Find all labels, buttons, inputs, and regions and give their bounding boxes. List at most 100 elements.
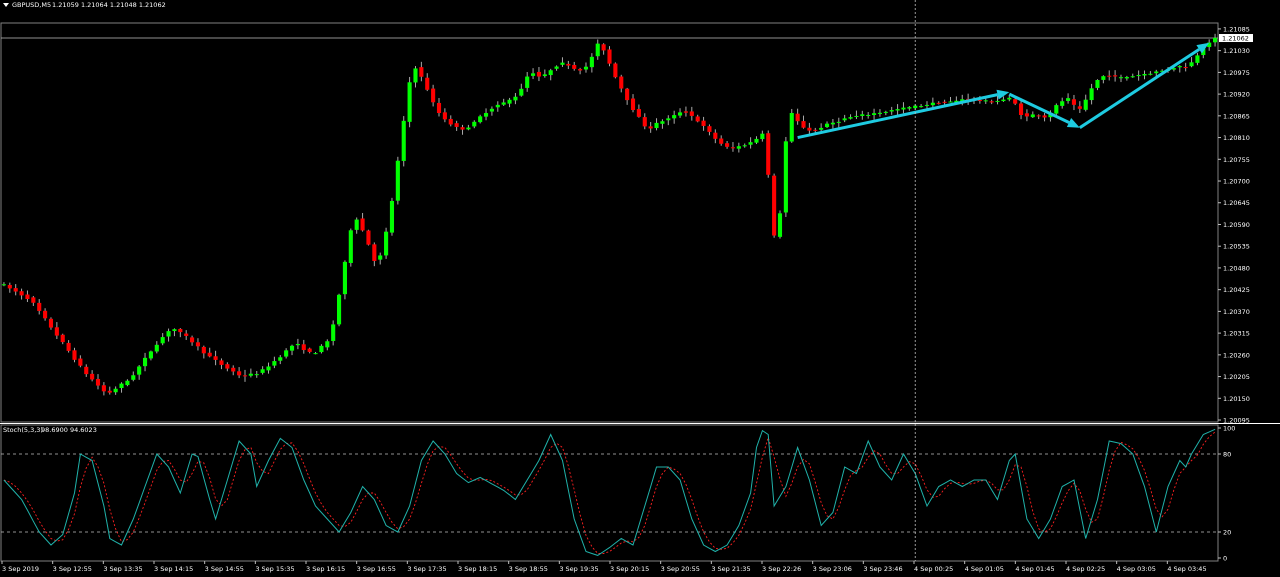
candle-body[interactable] — [1089, 88, 1094, 101]
candle-body[interactable] — [730, 147, 736, 149]
candle-body[interactable] — [1018, 103, 1024, 115]
candle-body[interactable] — [901, 107, 906, 110]
candle-body[interactable] — [78, 358, 83, 366]
candle-body[interactable] — [630, 98, 636, 111]
candle-body[interactable] — [525, 76, 530, 88]
candle-body[interactable] — [231, 367, 236, 372]
candle-body[interactable] — [648, 126, 653, 129]
candle-body[interactable] — [824, 123, 830, 128]
candle-body[interactable] — [883, 111, 888, 113]
candle-body[interactable] — [877, 112, 883, 114]
candle-body[interactable] — [95, 378, 101, 386]
main-price-pane[interactable]: 1.21085 1.21030 1.20975 1.20920 1.20865 1.208… — [0, 22, 1253, 425]
candle-body[interactable] — [1213, 37, 1218, 43]
candle-body[interactable] — [166, 331, 171, 337]
candle-body[interactable] — [766, 133, 771, 175]
candle-body[interactable] — [1083, 99, 1088, 110]
candle-body[interactable] — [783, 141, 788, 213]
candle-body[interactable] — [478, 116, 483, 123]
candle-body[interactable] — [725, 143, 730, 147]
candle-body[interactable] — [748, 142, 753, 145]
candle-body[interactable] — [777, 213, 783, 237]
candle-body[interactable] — [813, 129, 818, 131]
candle-body[interactable] — [513, 96, 518, 101]
candle-body[interactable] — [872, 113, 877, 115]
candle-body[interactable] — [519, 88, 524, 96]
candle-body[interactable] — [84, 366, 89, 375]
candle-body[interactable] — [54, 327, 59, 336]
candle-body[interactable] — [242, 375, 248, 377]
candle-body[interactable] — [1118, 77, 1124, 79]
candle-body[interactable] — [842, 118, 847, 121]
candle-body[interactable] — [848, 117, 853, 119]
candle-body[interactable] — [160, 337, 165, 344]
candle-body[interactable] — [219, 360, 224, 365]
candle-body[interactable] — [801, 121, 806, 128]
candle-body[interactable] — [1142, 73, 1147, 76]
candle-body[interactable] — [1183, 67, 1188, 69]
candle-body[interactable] — [466, 127, 471, 130]
candle-body[interactable] — [1077, 106, 1082, 109]
trading-chart[interactable]: 1.21085 1.21030 1.20975 1.20920 1.20865 1.208… — [0, 0, 1280, 577]
candle-body[interactable] — [895, 109, 900, 111]
candle-body[interactable] — [342, 261, 347, 295]
candle-body[interactable] — [713, 132, 718, 139]
candle-body[interactable] — [272, 361, 277, 366]
candle-body[interactable] — [448, 118, 453, 125]
candle-body[interactable] — [554, 66, 559, 69]
candle-body[interactable] — [1113, 75, 1118, 77]
candle-body[interactable] — [366, 230, 371, 245]
candle-body[interactable] — [131, 375, 136, 380]
candle-body[interactable] — [536, 71, 542, 77]
candle-body[interactable] — [636, 109, 641, 117]
candle-body[interactable] — [101, 385, 106, 392]
candle-body[interactable] — [913, 105, 918, 109]
candle-body[interactable] — [1071, 99, 1077, 105]
candle-body[interactable] — [819, 127, 824, 130]
candle-body[interactable] — [1177, 66, 1182, 68]
candle-body[interactable] — [472, 121, 477, 127]
candle-body[interactable] — [254, 374, 259, 376]
candle-body[interactable] — [301, 344, 306, 351]
candle-body[interactable] — [854, 115, 859, 117]
candle-body[interactable] — [1101, 76, 1106, 80]
candle-body[interactable] — [389, 200, 395, 233]
candle-body[interactable] — [295, 343, 300, 346]
candle-body[interactable] — [866, 114, 871, 116]
candle-body[interactable] — [431, 88, 436, 103]
candle-body[interactable] — [601, 44, 606, 51]
candle-body[interactable] — [560, 62, 565, 65]
candle-body[interactable] — [836, 121, 841, 123]
candle-body[interactable] — [336, 294, 342, 325]
candle-body[interactable] — [795, 113, 800, 122]
candle-body[interactable] — [707, 126, 712, 132]
candle-body[interactable] — [395, 160, 400, 201]
candle-body[interactable] — [237, 371, 242, 376]
candle-body[interactable] — [1066, 98, 1071, 101]
dropdown-icon[interactable] — [3, 3, 9, 7]
candle-body[interactable] — [566, 63, 571, 66]
candle-body[interactable] — [936, 102, 941, 104]
candle-body[interactable] — [642, 117, 647, 127]
candle-body[interactable] — [578, 69, 583, 71]
candle-body[interactable] — [201, 346, 206, 354]
candle-body[interactable] — [213, 356, 218, 360]
candle-body[interactable] — [48, 318, 54, 328]
candle-body[interactable] — [225, 364, 230, 369]
candle-body[interactable] — [142, 357, 148, 367]
candle-body[interactable] — [90, 373, 95, 380]
candle-body[interactable] — [754, 138, 759, 143]
candle-body[interactable] — [1024, 113, 1029, 117]
candle-body[interactable] — [378, 255, 383, 260]
candle-body[interactable] — [1001, 99, 1006, 102]
candle-body[interactable] — [1036, 115, 1041, 117]
candle-body[interactable] — [507, 99, 512, 104]
candle-body[interactable] — [583, 66, 589, 70]
candle-body[interactable] — [325, 341, 330, 348]
candle-body[interactable] — [407, 82, 412, 122]
candle-body[interactable] — [384, 231, 389, 256]
candle-body[interactable] — [1189, 62, 1194, 67]
candle-body[interactable] — [1148, 73, 1153, 75]
candle-body[interactable] — [654, 122, 659, 129]
candle-body[interactable] — [248, 373, 253, 376]
